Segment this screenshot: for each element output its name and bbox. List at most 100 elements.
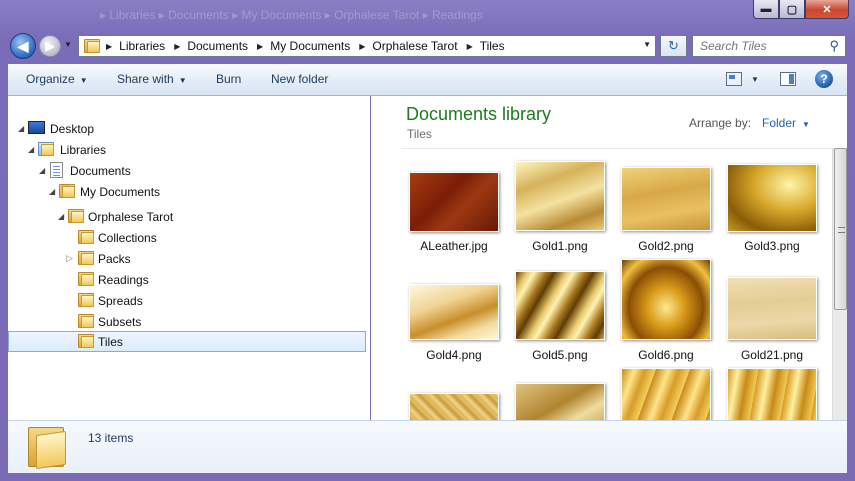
file-item[interactable] xyxy=(719,368,825,420)
expand-arrow-icon[interactable]: ◢ xyxy=(18,124,24,133)
tree-item-label: Subsets xyxy=(98,314,142,329)
navigation-bar: ◀ ▶ ▼ ▶ Libraries ▶ Documents ▶ My Docum… xyxy=(0,30,855,62)
arrange-by-dropdown[interactable]: Folder ▼ xyxy=(762,116,810,130)
file-item[interactable] xyxy=(613,368,719,420)
file-thumbnail xyxy=(727,164,817,232)
folder-icon xyxy=(78,314,94,328)
breadcrumb-orphalese-tarot[interactable]: Orphalese Tarot xyxy=(372,39,457,53)
folder-icon xyxy=(84,39,100,53)
breadcrumb-tiles[interactable]: Tiles xyxy=(480,39,505,53)
breadcrumb-documents[interactable]: Documents xyxy=(187,39,248,53)
folder-icon xyxy=(78,293,94,307)
tree-item-label: Desktop xyxy=(50,121,95,136)
tree-item-documents[interactable]: ◢ Documents xyxy=(8,160,366,181)
file-thumbnail xyxy=(515,161,605,231)
libraries-icon xyxy=(38,142,54,156)
breadcrumb-separator-icon[interactable]: ▶ xyxy=(257,42,263,51)
explorer-window: ▸ Libraries ▸ Documents ▸ My Documents ▸… xyxy=(0,0,855,481)
tree-item-tiles[interactable]: Tiles xyxy=(8,331,366,352)
breadcrumb-separator-icon[interactable]: ▶ xyxy=(174,42,180,51)
tree-item-label: Collections xyxy=(98,230,157,245)
recent-pages-dropdown-icon[interactable]: ▼ xyxy=(64,40,72,49)
change-view-icon[interactable] xyxy=(726,72,742,86)
close-button[interactable]: ✕ xyxy=(805,0,849,19)
content-scroll-thumb[interactable] xyxy=(834,148,847,310)
file-thumbnail xyxy=(515,271,605,340)
file-name: Gold21.png xyxy=(740,348,804,362)
share-with-label: Share with xyxy=(117,72,174,86)
file-item[interactable] xyxy=(401,376,507,420)
details-pane: 13 items xyxy=(8,420,847,473)
file-item[interactable]: Gold21.png xyxy=(719,267,825,373)
content-pane: Documents library Tiles Arrange by: Fold… xyxy=(371,96,847,420)
tree-item-subsets[interactable]: Subsets xyxy=(8,311,366,332)
organize-button[interactable]: Organize ▼ xyxy=(26,72,88,86)
help-icon[interactable]: ? xyxy=(815,70,833,88)
folder-icon xyxy=(78,251,94,265)
file-item[interactable]: Gold3.png xyxy=(719,158,825,264)
tree-item-desktop[interactable]: ◢ Desktop xyxy=(8,118,366,139)
tree-item-label: My Documents xyxy=(80,184,161,199)
more-options-icon[interactable]: ▼ xyxy=(751,75,759,84)
share-with-button[interactable]: Share with ▼ xyxy=(117,72,187,86)
file-item[interactable] xyxy=(507,376,613,420)
breadcrumb-separator-icon[interactable]: ▶ xyxy=(467,42,473,51)
tree-item-packs[interactable]: ▷ Packs xyxy=(8,248,366,269)
tree-item-my-documents[interactable]: ◢ My Documents xyxy=(8,181,366,202)
title-bar-text: ▸ Libraries ▸ Documents ▸ My Documents ▸… xyxy=(100,8,483,22)
refresh-button[interactable]: ↻ xyxy=(660,35,687,57)
breadcrumb-my-documents[interactable]: My Documents xyxy=(270,39,350,53)
file-item[interactable]: Gold5.png xyxy=(507,267,613,373)
tree-item-label: Readings xyxy=(98,272,149,287)
file-thumbnail xyxy=(409,393,499,420)
tree-item-orphalese-tarot[interactable]: ◢ Orphalese Tarot xyxy=(8,206,366,227)
expand-arrow-icon[interactable]: ◢ xyxy=(49,187,55,196)
forward-button[interactable]: ▶ xyxy=(39,35,61,57)
tree-item-label: Tiles xyxy=(98,334,123,349)
new-folder-button[interactable]: New folder xyxy=(271,72,328,86)
breadcrumb-libraries[interactable]: Libraries xyxy=(119,39,165,53)
file-item[interactable]: Gold4.png xyxy=(401,267,507,373)
preview-pane-icon[interactable] xyxy=(780,72,796,86)
expand-arrow-icon[interactable]: ◢ xyxy=(58,212,64,221)
back-button[interactable]: ◀ xyxy=(10,33,36,59)
search-icon[interactable]: ⚲ xyxy=(829,38,839,54)
folder-icon xyxy=(78,334,94,348)
minimize-button[interactable]: ▬ xyxy=(753,0,779,19)
expand-arrow-icon[interactable]: ◢ xyxy=(39,166,45,175)
collapsed-arrow-icon[interactable]: ▷ xyxy=(66,253,73,264)
search-input[interactable] xyxy=(693,36,821,56)
tree-item-readings[interactable]: Readings xyxy=(8,269,366,290)
organize-label: Organize xyxy=(26,72,75,86)
arrange-by-value: Folder xyxy=(762,116,797,130)
tree-item-collections[interactable]: Collections xyxy=(8,227,366,248)
tree-item-label: Libraries xyxy=(60,142,107,157)
file-item[interactable]: ALeather.jpg xyxy=(401,158,507,264)
file-thumbnail xyxy=(515,383,605,420)
content-scrollbar[interactable] xyxy=(832,148,847,420)
file-item[interactable]: Gold2.png xyxy=(613,158,719,264)
library-header: Documents library Tiles Arrange by: Fold… xyxy=(371,96,832,148)
library-title: Documents library xyxy=(406,104,552,124)
file-thumbnail xyxy=(727,277,817,340)
tree-item-label: Spreads xyxy=(98,293,143,308)
folder-icon xyxy=(78,230,94,244)
file-name: Gold2.png xyxy=(638,239,694,253)
burn-button[interactable]: Burn xyxy=(216,72,241,86)
breadcrumb-separator-icon[interactable]: ▶ xyxy=(359,42,365,51)
tree-item-libraries[interactable]: ◢ Libraries xyxy=(8,139,366,160)
maximize-button[interactable]: ▢ xyxy=(779,0,805,19)
tree-item-spreads[interactable]: Spreads xyxy=(8,290,366,311)
file-item[interactable]: Gold1.png xyxy=(507,158,613,264)
address-bar[interactable]: ▶ Libraries ▶ Documents ▶ My Documents ▶… xyxy=(78,35,656,57)
chevron-down-icon: ▼ xyxy=(178,76,187,85)
file-thumbnail xyxy=(409,284,499,340)
file-name: Gold3.png xyxy=(744,239,800,253)
breadcrumb-separator-icon[interactable]: ▶ xyxy=(106,42,112,51)
file-item[interactable]: Gold6.png xyxy=(613,259,719,373)
title-bar[interactable]: ▸ Libraries ▸ Documents ▸ My Documents ▸… xyxy=(0,0,855,30)
file-thumbnail xyxy=(727,368,817,420)
navigation-pane: ◢ Desktop ◢ Libraries ◢ Documents ◢ My D xyxy=(8,96,370,420)
expand-arrow-icon[interactable]: ◢ xyxy=(28,145,34,154)
address-dropdown-icon[interactable]: ▼ xyxy=(643,40,651,49)
